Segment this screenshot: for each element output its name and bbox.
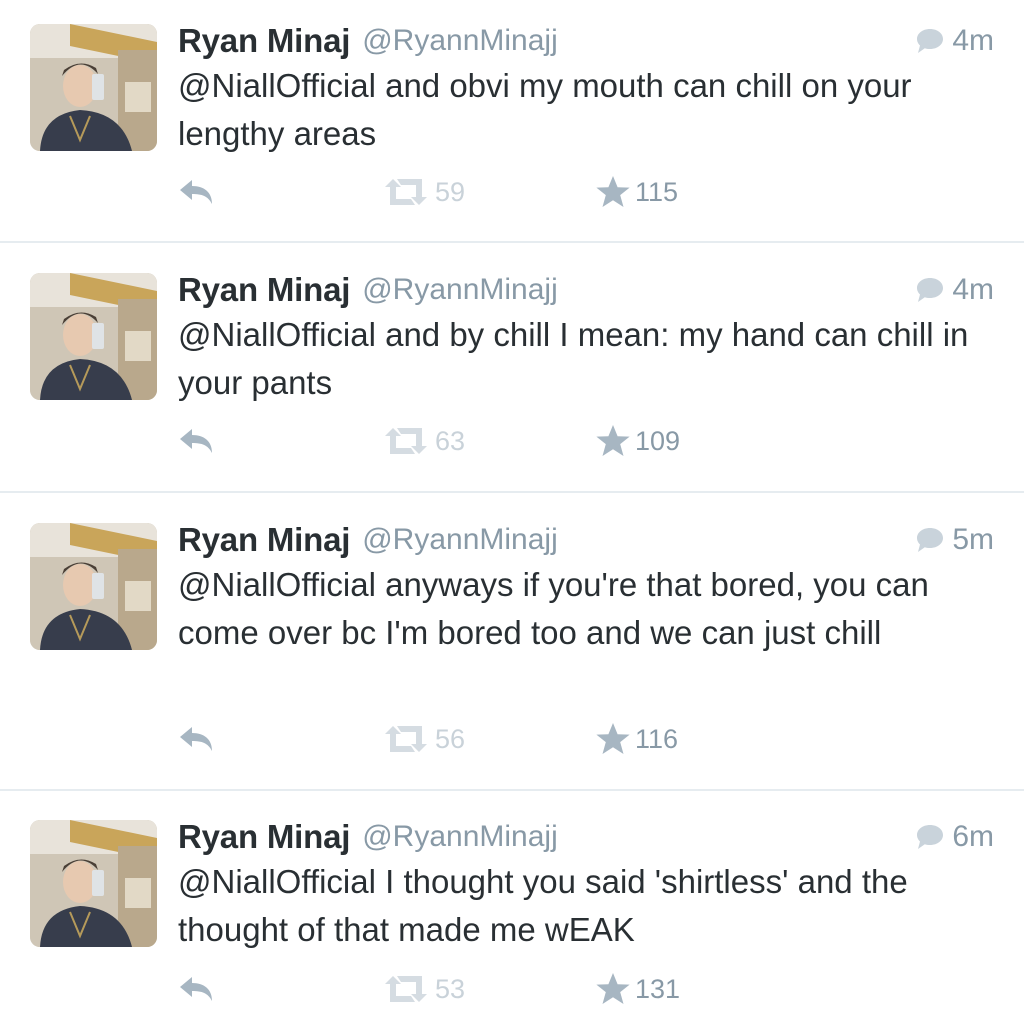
tweet-timestamp[interactable]: 5m (916, 523, 994, 557)
tweet-header: Ryan Minaj @RyannMinajj (178, 22, 558, 60)
retweet-button[interactable]: 53 (383, 969, 465, 1009)
tweet-actions: 63 109 (0, 421, 1024, 461)
star-icon (596, 425, 630, 456)
display-name[interactable]: Ryan Minaj (178, 22, 350, 60)
tweet-header: Ryan Minaj @RyannMinajj (178, 521, 558, 559)
retweet-count: 63 (435, 425, 466, 456)
tweet-timestamp[interactable]: 6m (916, 820, 994, 854)
tweet-text: @NiallOfficial and by chill I mean: my h… (178, 316, 969, 401)
tweet-divider (0, 241, 1024, 243)
display-name[interactable]: Ryan Minaj (178, 521, 350, 559)
reply-button[interactable] (178, 172, 214, 212)
retweet-icon (385, 428, 427, 454)
display-name[interactable]: Ryan Minaj (178, 818, 350, 856)
username-handle[interactable]: @RyannMinajj (362, 523, 558, 557)
star-icon (596, 973, 630, 1004)
username-handle[interactable]: @RyannMinajj (362, 273, 558, 307)
avatar[interactable] (30, 24, 157, 151)
retweet-icon (385, 726, 427, 752)
reply-icon (180, 727, 212, 751)
avatar[interactable] (30, 820, 157, 947)
retweet-button[interactable]: 59 (383, 172, 465, 212)
favorite-button[interactable]: 131 (595, 969, 680, 1009)
tweet-header: Ryan Minaj @RyannMinajj (178, 818, 558, 856)
avatar[interactable] (30, 273, 157, 400)
speech-bubble-icon (917, 825, 944, 849)
favorite-button[interactable]: 115 (595, 172, 678, 212)
favorite-count: 131 (635, 973, 681, 1004)
relative-time: 4m (952, 24, 994, 57)
relative-time: 6m (952, 820, 994, 853)
reply-icon (180, 429, 212, 453)
reply-icon (180, 977, 212, 1001)
tweet-actions: 53 131 (0, 969, 1024, 1009)
speech-bubble-icon (917, 278, 944, 302)
retweet-icon (385, 179, 427, 205)
retweet-icon (385, 976, 427, 1002)
retweet-button[interactable]: 63 (383, 421, 465, 461)
reply-button[interactable] (178, 421, 214, 461)
relative-time: 5m (952, 523, 994, 556)
tweet-actions: 56 116 (0, 719, 1024, 759)
tweet-actions: 59 115 (0, 172, 1024, 212)
speech-bubble-icon (917, 528, 944, 552)
retweet-count: 56 (435, 723, 466, 754)
favorite-count: 109 (635, 425, 681, 456)
reply-icon (180, 180, 212, 204)
relative-time: 4m (952, 273, 994, 306)
tweet-timestamp[interactable]: 4m (916, 24, 994, 58)
display-name[interactable]: Ryan Minaj (178, 271, 350, 309)
reply-button[interactable] (178, 719, 214, 759)
tweet-divider (0, 789, 1024, 791)
star-icon (596, 723, 630, 754)
avatar[interactable] (30, 523, 157, 650)
retweet-count: 53 (435, 973, 466, 1004)
tweet-text: @NiallOfficial I thought you said 'shirt… (178, 863, 908, 948)
favorite-count: 116 (635, 723, 679, 754)
speech-bubble-icon (917, 29, 944, 53)
username-handle[interactable]: @RyannMinajj (362, 820, 558, 854)
tweet-text: @NiallOfficial and obvi my mouth can chi… (178, 67, 912, 152)
tweet-timestamp[interactable]: 4m (916, 273, 994, 307)
tweet-header: Ryan Minaj @RyannMinajj (178, 271, 558, 309)
favorite-button[interactable]: 109 (595, 421, 680, 461)
retweet-count: 59 (435, 176, 466, 207)
tweet-divider (0, 491, 1024, 493)
retweet-button[interactable]: 56 (383, 719, 465, 759)
reply-button[interactable] (178, 969, 214, 1009)
tweet-text: @NiallOfficial anyways if you're that bo… (178, 566, 929, 651)
star-icon (596, 176, 630, 207)
tweet-timeline: Ryan Minaj @RyannMinajj 4m @NiallOfficia… (0, 0, 1024, 1024)
favorite-count: 115 (635, 176, 679, 207)
username-handle[interactable]: @RyannMinajj (362, 24, 558, 58)
favorite-button[interactable]: 116 (595, 719, 678, 759)
